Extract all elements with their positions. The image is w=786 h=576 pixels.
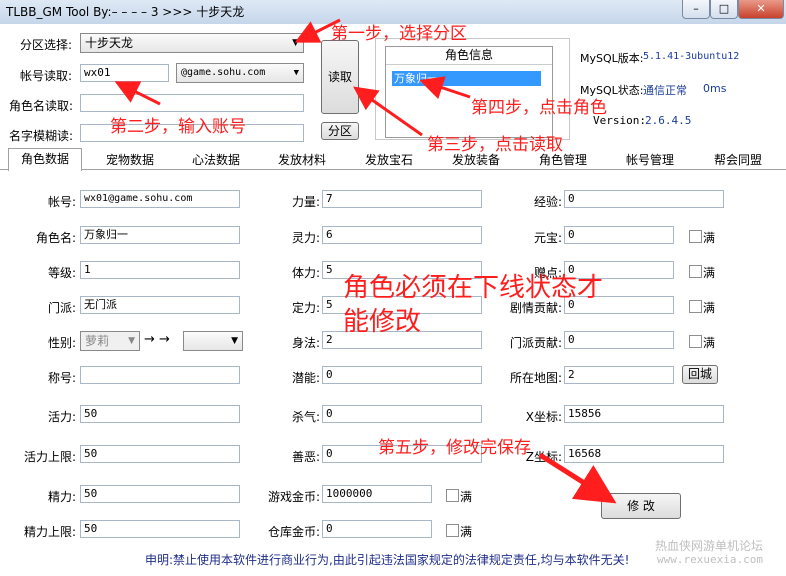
arrow-step4: [419, 76, 471, 100]
arrow-step3: [353, 86, 423, 137]
arrow-step1: [294, 18, 341, 43]
annotation-arrows: [114, 18, 617, 504]
arrow-step5: [538, 452, 617, 504]
arrow-step2: [114, 81, 161, 106]
